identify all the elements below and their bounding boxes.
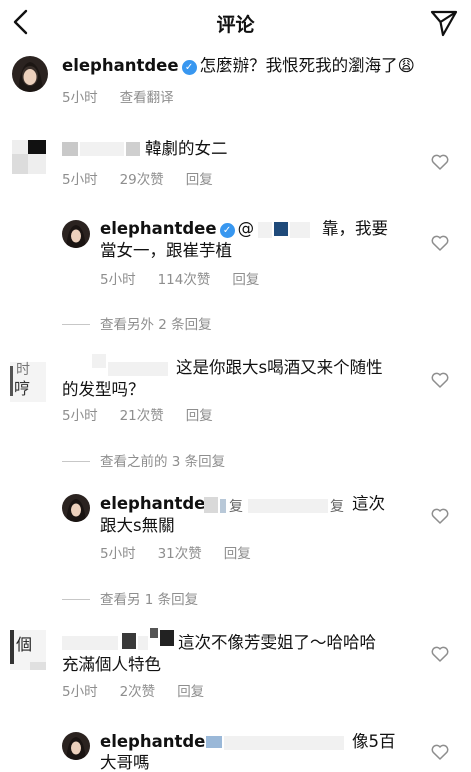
heart-icon[interactable] [431,235,449,251]
redacted-username [62,142,78,156]
caption-meta: 5小时 查看翻译 [62,86,196,106]
redacted-mention [274,222,288,236]
redacted-username [62,636,118,650]
partial-text: 复 [229,499,243,515]
username[interactable]: elephantdee [100,494,217,513]
comment-text-line: 這次不像芳雯姐了～哈哈哈 [178,633,376,652]
comment-meta: 5小时 29次赞 回复 [62,168,235,188]
like-count[interactable]: 114次赞 [158,272,211,288]
verified-badge-icon: ✓ [219,223,235,238]
username[interactable]: elephantdee [62,56,179,75]
redacted-username [92,354,106,368]
avatar-text: 时 [16,362,30,378]
like-count[interactable]: 29次赞 [120,172,164,188]
heart-icon[interactable] [431,744,449,760]
comment-meta: 5小时 2次赞 回复 [62,680,226,700]
translate-link[interactable]: 查看翻译 [120,90,174,106]
heart-icon[interactable] [431,508,449,524]
partial-text: 复 [330,499,344,515]
redacted-username [160,630,174,646]
avatar[interactable] [62,494,90,522]
reply-text-line: 靠，我要 [322,219,388,238]
caption-text: elephantdee ✓ 怎麼辦？我恨死我的瀏海了😩 [62,56,415,75]
reply-text: elephantdee [100,731,217,753]
mention[interactable]: @ [238,219,255,238]
like-count[interactable]: 21次赞 [120,408,164,424]
timestamp: 5小时 [62,408,98,424]
timestamp: 5小时 [62,684,98,700]
reply-text-line: 大哥嗎 [100,753,150,772]
comment-text: 韓劇的女二 [145,139,228,158]
reply-text: elephantdee [100,493,217,515]
avatar[interactable]: 时 哼 [10,362,46,402]
redacted-mention [290,222,310,238]
username[interactable]: elephantdee [100,219,217,238]
reply-meta: 5小时 31次赞 回复 [100,542,273,562]
reply-text-line: 當女一，跟崔芋植 [100,241,232,260]
comment-text-line: 的发型吗？ [62,380,145,399]
redacted-username [108,362,168,376]
redacted-mention [220,499,226,513]
reply-text-line: 像5百 [352,732,396,751]
reply-text-line: 跟大s無關 [100,516,175,535]
reply-button[interactable]: 回复 [186,408,213,424]
reply-button[interactable]: 回复 [232,272,259,288]
timestamp: 5小时 [100,272,136,288]
timestamp: 5小时 [100,546,136,562]
reply-meta: 5小时 114次赞 回复 [100,268,281,288]
paper-plane-icon[interactable] [429,8,459,38]
comment-text-line: 这是你跟大s喝酒又来个随性 [176,358,383,377]
redacted-mention [258,222,272,238]
view-previous-replies[interactable]: 查看之前的 3 条回复 [62,450,225,470]
heart-icon[interactable] [431,372,449,388]
avatar[interactable] [12,56,48,92]
avatar[interactable] [62,220,90,248]
username[interactable]: elephantdee [100,732,217,751]
heart-icon[interactable] [431,646,449,662]
avatar[interactable]: 個 [10,630,46,670]
redacted-mention [204,497,218,513]
like-count[interactable]: 31次赞 [158,546,202,562]
reply-text-line: 這次 [352,494,385,513]
reply-button[interactable]: 回复 [186,172,213,188]
view-more-replies[interactable]: 查看另 1 条回复 [62,588,198,608]
redacted-username [138,636,148,650]
comment-text-line: 充滿個人特色 [62,655,161,674]
reply-button[interactable]: 回复 [177,684,204,700]
redacted-username [126,142,140,156]
redacted-username [122,633,136,649]
verified-badge-icon: ✓ [181,60,197,75]
redacted-username [150,628,158,638]
avatar-text: 個 [16,635,33,654]
view-more-replies[interactable]: 查看另外 2 条回复 [62,313,212,333]
redacted-mention [206,736,222,748]
avatar[interactable] [12,140,46,174]
reply-button[interactable]: 回复 [224,546,251,562]
redacted-username [80,142,124,156]
page-title: 评论 [216,14,255,36]
heart-icon[interactable] [431,154,449,170]
timestamp: 5小时 [62,90,98,106]
like-count[interactable]: 2次赞 [120,684,156,700]
redacted-mention [224,736,344,750]
avatar-text: 哼 [14,379,31,398]
avatar[interactable] [62,732,90,760]
timestamp: 5小时 [62,172,98,188]
redacted-mention [248,499,328,513]
top-bar: 评论 [0,0,471,44]
comment-meta: 5小时 21次赞 回复 [62,404,235,424]
